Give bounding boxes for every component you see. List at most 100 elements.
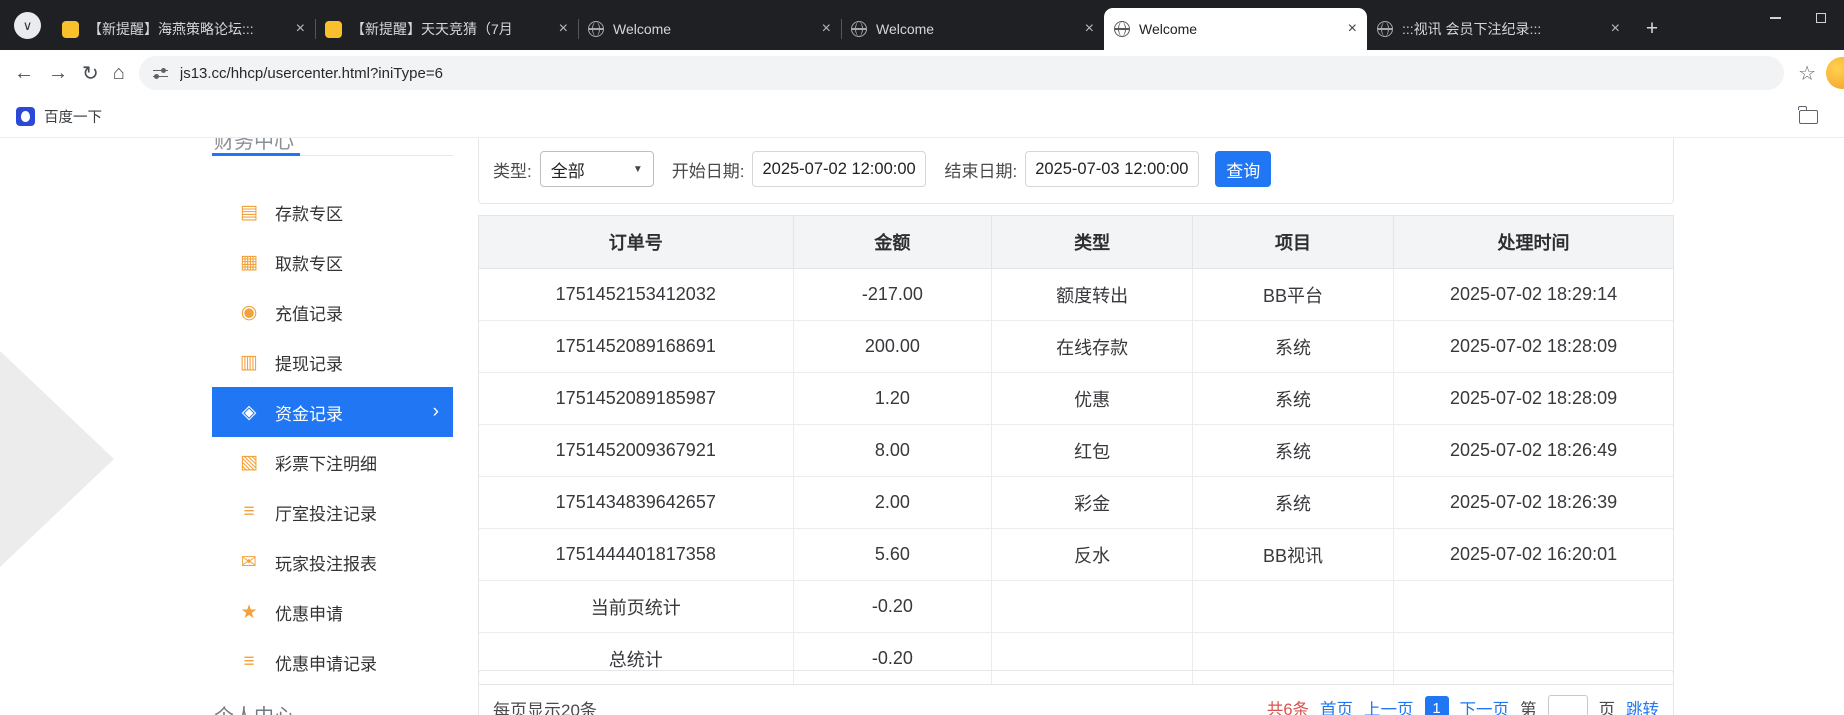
end-date-label: 结束日期:	[944, 157, 1017, 182]
type-select[interactable]: 全部 ▼	[540, 151, 654, 187]
chevron-down-icon: ▼	[633, 164, 643, 175]
next-page-link[interactable]: 下一页	[1460, 696, 1510, 715]
recharge-icon: ◉	[238, 301, 260, 324]
site-favicon-icon	[325, 21, 342, 38]
url-text[interactable]: js13.cc/hhcp/usercenter.html?iniType=6	[180, 65, 443, 82]
table-cell: 200.00	[793, 321, 992, 373]
sidebar-item[interactable]: ◈资金记录›	[212, 387, 453, 437]
bookmarks-bar: 百度一下	[0, 96, 1844, 138]
table-cell: BB平台	[1192, 269, 1393, 321]
new-tab-button[interactable]: +	[1636, 13, 1668, 45]
table-cell: 2025-07-02 18:26:49	[1394, 425, 1673, 477]
table-row: 17514520093679218.00红包系统2025-07-02 18:26…	[479, 425, 1673, 477]
profile-avatar[interactable]	[1826, 57, 1844, 89]
filter-panel: 类型: 全部 ▼ 开始日期: 2025-07-02 12:00:00 结束日期:…	[478, 138, 1674, 204]
minimize-button[interactable]	[1752, 0, 1798, 36]
table-cell: 1751444401817358	[479, 529, 793, 581]
sidebar-item[interactable]: ▦取款专区›	[212, 237, 453, 287]
records-table: 订单号 金额 类型 项目 处理时间 1751452153412032-217.0…	[478, 215, 1674, 685]
type-label: 类型:	[493, 157, 532, 182]
player-report-icon: ✉	[238, 551, 260, 574]
table-cell: 系统	[1192, 373, 1393, 425]
bookmark-star-icon[interactable]: ☆	[1798, 61, 1816, 86]
sidebar-menu: ▤存款专区›▦取款专区›◉充值记录›▥提现记录›◈资金记录›▧彩票下注明细›≡厅…	[212, 187, 453, 687]
forward-button[interactable]: →	[48, 62, 68, 85]
browser-toolbar: ← → ↻ ⌂ js13.cc/hhcp/usercenter.html?ini…	[0, 50, 1844, 96]
tab-close-icon[interactable]: ×	[1348, 20, 1357, 38]
table-cell: -217.00	[793, 269, 992, 321]
table-cell: 系统	[1192, 425, 1393, 477]
browser-tab[interactable]: Welcome×	[841, 8, 1104, 50]
table-row: 17514348396426572.00彩金系统2025-07-02 18:26…	[479, 477, 1673, 529]
globe-icon	[1114, 21, 1130, 37]
table-cell: 系统	[1192, 321, 1393, 373]
sidebar-item[interactable]: ✉玩家投注报表›	[212, 537, 453, 587]
site-settings-icon[interactable]	[153, 66, 168, 81]
browser-tab[interactable]: 【新提醒】海燕策略论坛:::×	[52, 8, 315, 50]
sidebar-item-label: 充值记录	[275, 300, 343, 325]
lottery-detail-icon: ▧	[238, 451, 260, 474]
first-page-link[interactable]: 首页	[1320, 696, 1353, 715]
tab-close-icon[interactable]: ×	[1611, 20, 1620, 38]
withdrawal-record-icon: ▥	[238, 351, 260, 374]
table-cell: 1751434839642657	[479, 477, 793, 529]
home-button[interactable]: ⌂	[113, 62, 125, 85]
sidebar-item[interactable]: ★优惠申请›	[212, 587, 453, 637]
table-cell: 2025-07-02 18:28:09	[1394, 373, 1673, 425]
browser-tab[interactable]: Welcome×	[1104, 8, 1367, 50]
prev-page-link[interactable]: 上一页	[1364, 696, 1414, 715]
column-header-item: 项目	[1192, 216, 1393, 269]
main-panel: 类型: 全部 ▼ 开始日期: 2025-07-02 12:00:00 结束日期:…	[478, 138, 1674, 715]
current-page-badge[interactable]: 1	[1425, 696, 1449, 715]
sidebar-item[interactable]: ≡厅室投注记录›	[212, 487, 453, 537]
tab-close-icon[interactable]: ×	[559, 20, 568, 38]
sidebar-item[interactable]: ▧彩票下注明细›	[212, 437, 453, 487]
tab-search-button[interactable]: ∨	[14, 12, 41, 39]
browser-tab[interactable]: 【新提醒】天天竞猜（7月×	[315, 8, 578, 50]
address-bar[interactable]: js13.cc/hhcp/usercenter.html?iniType=6	[139, 56, 1784, 90]
table-cell: 1751452009367921	[479, 425, 793, 477]
browser-tab[interactable]: Welcome×	[578, 8, 841, 50]
table-row: 当前页统计-0.20	[479, 581, 1673, 633]
jump-page-input[interactable]	[1548, 695, 1588, 715]
table-cell	[992, 581, 1193, 633]
start-date-input[interactable]: 2025-07-02 12:00:00	[752, 151, 926, 187]
globe-icon	[851, 21, 867, 37]
tab-close-icon[interactable]: ×	[1085, 20, 1094, 38]
table-cell: 优惠	[992, 373, 1193, 425]
tab-title: :::视讯 会员下注纪录:::	[1402, 19, 1603, 39]
chevron-right-icon: ›	[433, 401, 439, 423]
deposit-card-icon: ▤	[238, 201, 260, 224]
start-date-value: 2025-07-02 12:00:00	[762, 160, 915, 179]
sidebar: 财务中心 ▤存款专区›▦取款专区›◉充值记录›▥提现记录›◈资金记录›▧彩票下注…	[212, 138, 453, 715]
table-cell: 1.20	[793, 373, 992, 425]
pagination-panel: 每页显示20条 共6条 首页 上一页 1 下一页 第 页 跳转	[478, 670, 1674, 715]
table-header-row: 订单号 金额 类型 项目 处理时间	[479, 216, 1673, 269]
reload-button[interactable]: ↻	[82, 61, 99, 86]
end-date-input[interactable]: 2025-07-03 12:00:00	[1025, 151, 1199, 187]
bookmark-item-baidu[interactable]: 百度一下	[16, 106, 102, 127]
table-cell: 2025-07-02 16:20:01	[1394, 529, 1673, 581]
jump-link[interactable]: 跳转	[1626, 696, 1659, 715]
back-button[interactable]: ←	[14, 62, 34, 85]
minimize-icon	[1770, 17, 1781, 19]
tab-close-icon[interactable]: ×	[296, 20, 305, 38]
table-cell: 1751452153412032	[479, 269, 793, 321]
folder-icon[interactable]	[1799, 110, 1818, 124]
sidebar-item-label: 存款专区	[275, 200, 343, 225]
table-row: 17514444018173585.60反水BB视讯2025-07-02 16:…	[479, 529, 1673, 581]
sidebar-item[interactable]: ▥提现记录›	[212, 337, 453, 387]
sidebar-item[interactable]: ≡优惠申请记录›	[212, 637, 453, 687]
table-cell: 2025-07-02 18:26:39	[1394, 477, 1673, 529]
query-button[interactable]: 查询	[1215, 151, 1271, 187]
sidebar-item-label: 资金记录	[275, 400, 343, 425]
sidebar-header-underline	[212, 153, 300, 156]
sidebar-item[interactable]: ◉充值记录›	[212, 287, 453, 337]
tab-close-icon[interactable]: ×	[822, 20, 831, 38]
maximize-button[interactable]	[1798, 0, 1844, 36]
page-content: 财务中心 ▤存款专区›▦取款专区›◉充值记录›▥提现记录›◈资金记录›▧彩票下注…	[0, 138, 1844, 715]
browser-tab[interactable]: :::视讯 会员下注纪录:::×	[1367, 8, 1630, 50]
sidebar-item[interactable]: ▤存款专区›	[212, 187, 453, 237]
table-cell	[1394, 581, 1673, 633]
table-cell: 5.60	[793, 529, 992, 581]
